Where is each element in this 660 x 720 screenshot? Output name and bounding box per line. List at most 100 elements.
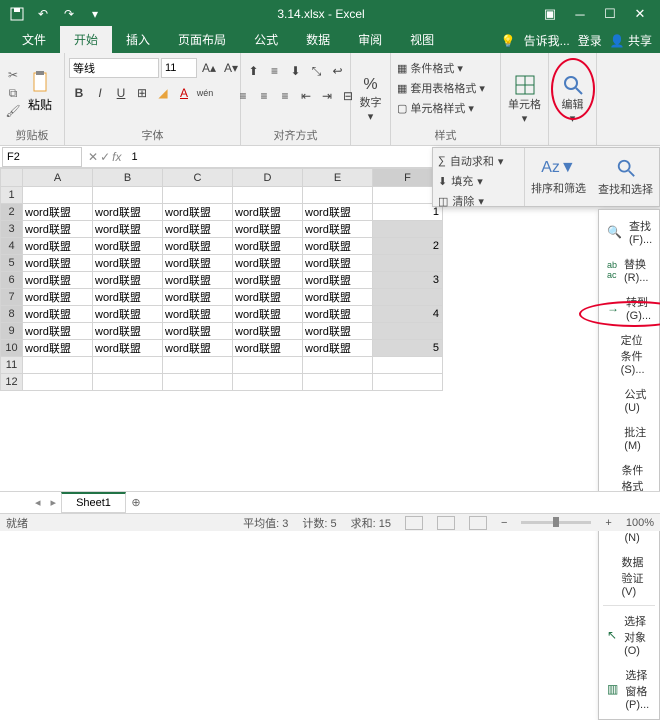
phonetic-button[interactable]: wén <box>195 83 215 103</box>
conditional-format-button[interactable]: ▦条件格式 ▾ <box>395 58 496 78</box>
qat-dropdown-icon[interactable]: ▾ <box>84 3 106 25</box>
align-middle-icon[interactable]: ≡ <box>265 61 285 81</box>
shrink-font-icon[interactable]: A▾ <box>221 58 241 78</box>
font-size-select[interactable]: 11 <box>161 58 197 78</box>
cell[interactable]: word联盟 <box>233 238 303 255</box>
cell[interactable]: word联盟 <box>23 255 93 272</box>
menu-replace[interactable]: abac替换(R)... <box>599 251 659 289</box>
cell[interactable]: word联盟 <box>163 204 233 221</box>
menu-select-objects[interactable]: ↖选择对象(O) <box>599 608 659 662</box>
cell[interactable]: word联盟 <box>23 238 93 255</box>
cell[interactable] <box>233 187 303 204</box>
cell[interactable]: word联盟 <box>23 204 93 221</box>
cell[interactable]: word联盟 <box>233 340 303 357</box>
align-right-icon[interactable]: ≡ <box>275 86 295 106</box>
orientation-icon[interactable]: ⤡ <box>307 61 327 81</box>
zoom-slider[interactable] <box>521 521 591 524</box>
menu-comments[interactable]: 批注(M) <box>599 419 659 457</box>
row-header[interactable]: 9 <box>1 323 23 340</box>
bold-button[interactable]: B <box>69 83 89 103</box>
cell[interactable]: word联盟 <box>23 272 93 289</box>
number-button[interactable]: %数字▾ <box>355 76 386 123</box>
format-painter-icon[interactable]: 🖌 <box>4 103 22 119</box>
col-header[interactable]: D <box>233 169 303 187</box>
cell[interactable]: word联盟 <box>93 204 163 221</box>
cell[interactable]: 5 <box>373 340 443 357</box>
font-name-select[interactable]: 等线 <box>69 58 159 78</box>
cell[interactable] <box>23 187 93 204</box>
view-pagebreak-icon[interactable] <box>469 516 487 530</box>
fill-color-button[interactable]: ◢ <box>153 83 173 103</box>
tab-layout[interactable]: 页面布局 <box>164 26 240 53</box>
sheet-nav-next[interactable]: ▸ <box>46 496 62 509</box>
fx-icon[interactable]: fx <box>112 150 121 164</box>
wrap-text-icon[interactable]: ↩ <box>328 61 348 81</box>
cell[interactable]: word联盟 <box>233 323 303 340</box>
tab-view[interactable]: 视图 <box>396 26 448 53</box>
cancel-icon[interactable]: ✕ <box>88 150 98 164</box>
cell[interactable]: word联盟 <box>233 306 303 323</box>
cell[interactable]: word联盟 <box>303 289 373 306</box>
cell[interactable] <box>303 187 373 204</box>
row-header[interactable]: 7 <box>1 289 23 306</box>
cell[interactable] <box>23 374 93 391</box>
italic-button[interactable]: I <box>90 83 110 103</box>
cell[interactable] <box>93 374 163 391</box>
cell[interactable]: word联盟 <box>23 289 93 306</box>
zoom-in-button[interactable]: + <box>605 517 611 529</box>
align-top-icon[interactable]: ⬆ <box>244 61 264 81</box>
login-button[interactable]: 登录 <box>578 32 602 49</box>
cell[interactable]: word联盟 <box>233 255 303 272</box>
cell[interactable]: 4 <box>373 306 443 323</box>
clear-button[interactable]: ◫清除 ▾ <box>437 191 520 211</box>
col-header[interactable]: E <box>303 169 373 187</box>
cell[interactable]: 3 <box>373 272 443 289</box>
cell[interactable] <box>303 374 373 391</box>
row-header[interactable]: 5 <box>1 255 23 272</box>
cell[interactable]: word联盟 <box>303 255 373 272</box>
cell[interactable] <box>303 357 373 374</box>
tab-formulas[interactable]: 公式 <box>240 26 292 53</box>
cell[interactable]: word联盟 <box>23 323 93 340</box>
cell[interactable] <box>233 374 303 391</box>
cell[interactable]: word联盟 <box>303 340 373 357</box>
cell[interactable]: word联盟 <box>163 238 233 255</box>
cell[interactable]: word联盟 <box>23 221 93 238</box>
sheet-tab[interactable]: Sheet1 <box>61 492 126 513</box>
select-all-corner[interactable] <box>1 169 23 187</box>
maximize-icon[interactable]: ☐ <box>596 3 624 25</box>
add-sheet-button[interactable]: ⊕ <box>126 496 146 509</box>
tab-file[interactable]: 文件 <box>8 26 60 53</box>
cell[interactable] <box>163 357 233 374</box>
align-center-icon[interactable]: ≡ <box>254 86 274 106</box>
indent-dec-icon[interactable]: ⇤ <box>296 86 316 106</box>
minimize-icon[interactable]: ─ <box>566 3 594 25</box>
cell[interactable]: word联盟 <box>303 306 373 323</box>
row-header[interactable]: 4 <box>1 238 23 255</box>
cell[interactable]: word联盟 <box>93 255 163 272</box>
menu-find[interactable]: 🔍查找(F)... <box>599 213 659 251</box>
align-bottom-icon[interactable]: ⬇ <box>286 61 306 81</box>
grow-font-icon[interactable]: A▴ <box>199 58 219 78</box>
cells-button[interactable]: 单元格▾ <box>505 74 544 125</box>
menu-validation[interactable]: 数据验证(V) <box>599 549 659 603</box>
cell[interactable] <box>373 374 443 391</box>
editing-button[interactable]: 编辑▾ <box>553 74 592 125</box>
redo-icon[interactable]: ↷ <box>58 3 80 25</box>
share-button[interactable]: 👤 共享 <box>610 32 652 49</box>
tell-me[interactable]: 告诉我... <box>524 32 570 49</box>
col-header[interactable]: A <box>23 169 93 187</box>
undo-icon[interactable]: ↶ <box>32 3 54 25</box>
row-header[interactable]: 3 <box>1 221 23 238</box>
cell[interactable]: word联盟 <box>93 221 163 238</box>
cell[interactable]: word联盟 <box>163 289 233 306</box>
indent-inc-icon[interactable]: ⇥ <box>317 86 337 106</box>
sheet-nav-prev[interactable]: ◂ <box>30 496 46 509</box>
paste-button[interactable]: 粘贴 <box>22 70 58 113</box>
cell[interactable] <box>163 187 233 204</box>
cell[interactable]: word联盟 <box>23 340 93 357</box>
enter-icon[interactable]: ✓ <box>100 150 110 164</box>
col-header[interactable]: B <box>93 169 163 187</box>
tab-review[interactable]: 审阅 <box>344 26 396 53</box>
cell[interactable]: word联盟 <box>93 306 163 323</box>
